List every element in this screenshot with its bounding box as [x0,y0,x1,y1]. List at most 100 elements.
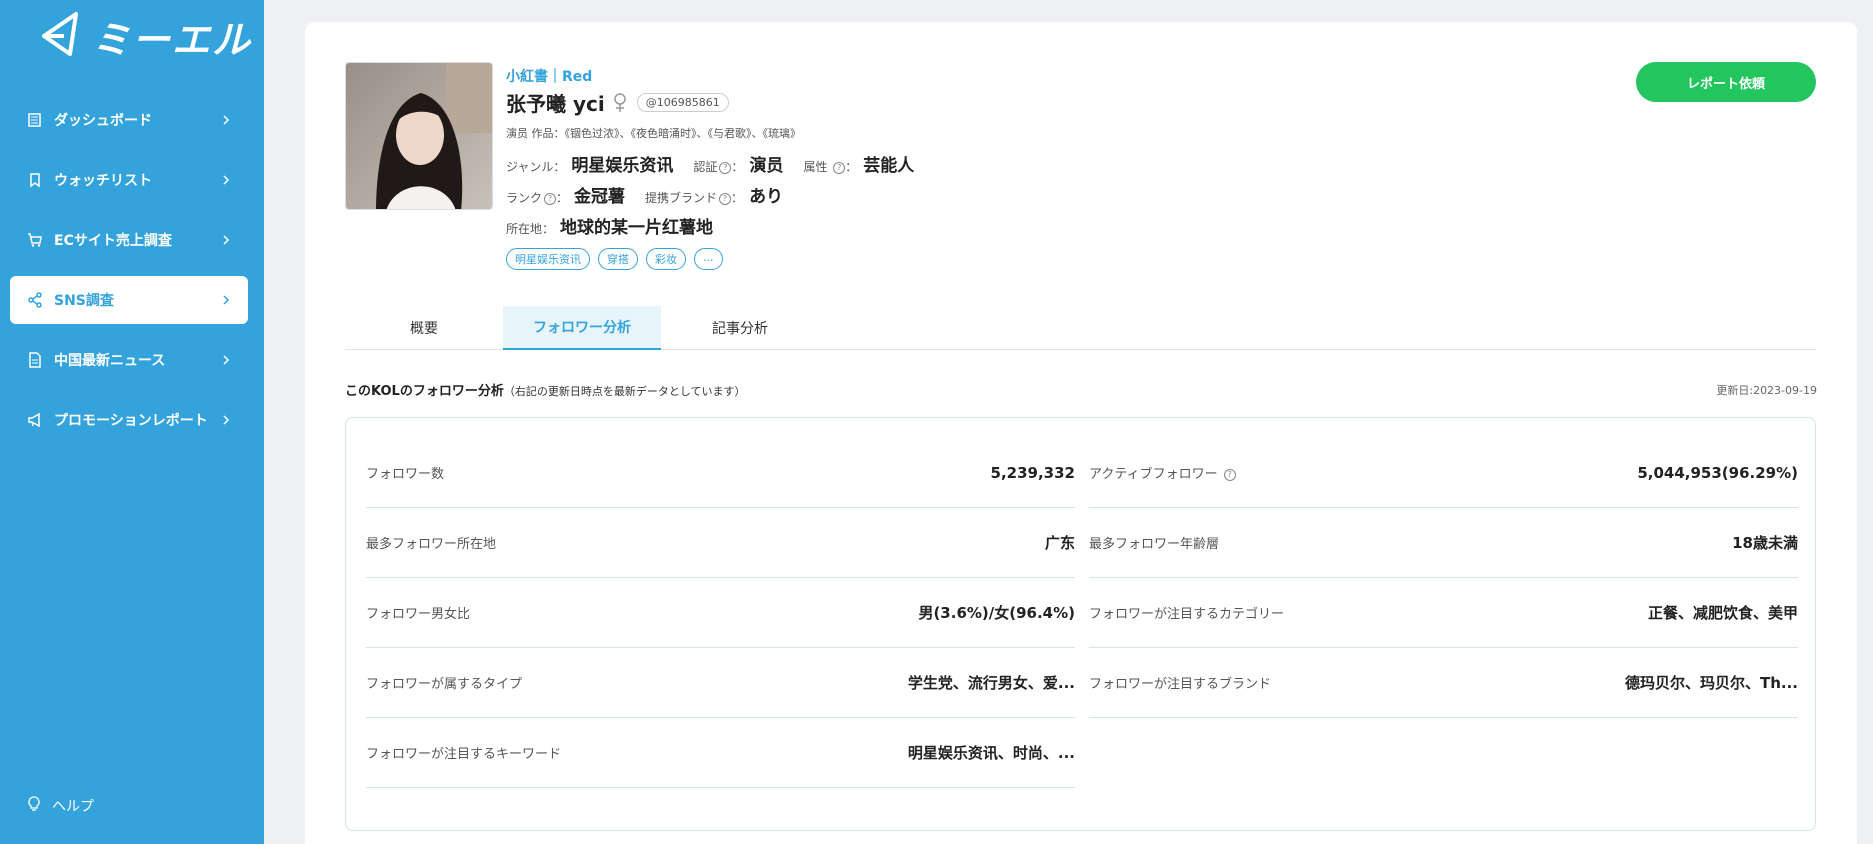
stat-row-follower-type: フォロワーが属するタイプ 学生党、流行男女、爱... [366,648,1075,718]
stat-row-keywords: フォロワーが注目するキーワード 明星娱乐资讯、时尚、... [366,718,1075,788]
stat-label: アクティブフォロワー ? [1089,463,1236,482]
stat-value: 明星娱乐资讯、时尚、... [907,744,1075,762]
sidebar-item-label: ECサイト売上調査 [54,233,172,249]
help-circle-icon[interactable]: ? [719,161,732,174]
brand-logo[interactable]: ミーエル [40,8,252,64]
tab-follower-analysis[interactable]: フォロワー分析 [503,306,661,350]
rank-label: ランク?： [506,191,569,205]
help-circle-icon[interactable]: ? [833,161,846,174]
stat-label: フォロワーが属するタイプ [366,677,523,692]
bookmark-icon [26,171,44,189]
stat-row-active-followers: アクティブフォロワー ? 5,044,953(96.29%) [1089,438,1798,508]
tag-list: 明星娱乐资讯 穿搭 彩妆 ... [506,248,934,270]
female-icon [613,92,629,114]
stat-row-brands: フォロワーが注目するブランド 德玛贝尔、玛贝尔、Th... [1089,648,1798,718]
sidebar-item-label: ダッシュボード [54,113,152,129]
tag-chip[interactable]: 彩妆 [646,248,686,270]
tag-chip[interactable]: 穿搭 [598,248,638,270]
stat-value: 学生党、流行男女、爱... [907,674,1075,692]
attribute-label: 属性 ?： [803,160,858,174]
brand-name: ミーエル [92,17,253,62]
help-label: ヘルプ [52,799,94,815]
kol-works: 演员 作品：《锢色过浓》、《夜色暗涌时》、《与君歌》、《琉璃》 [506,127,801,140]
sidebar-item-china-news[interactable]: 中国最新ニュース [10,336,248,384]
section-subtitle: （右記の更新日時点を最新データとしています） [503,385,746,398]
sidebar-item-dashboard[interactable]: ダッシュボード [10,96,248,144]
tag-more-button[interactable]: ... [694,248,723,270]
stat-value: 男(3.6%)/女(96.4%) [918,604,1075,622]
kol-profile: 小紅書｜Red 张予曦 yci @106985861 演员 作品：《锢色过浓》、… [506,62,934,270]
help-circle-icon[interactable]: ? [1223,468,1236,481]
sidebar-item-watchlist[interactable]: ウォッチリスト [10,156,248,204]
platform-label: 小紅書｜Red [506,69,593,85]
main-card: 小紅書｜Red 张予曦 yci @106985861 演员 作品：《锢色过浓》、… [305,22,1857,844]
stat-value: 德玛贝尔、玛贝尔、Th... [1624,674,1798,692]
chevron-right-icon [220,414,232,426]
share-icon [26,291,44,309]
sidebar: ミーエル ダッシュボード ウォッチリスト ECサイト売上調査 SNS調査 中国最… [0,0,264,844]
updated-date: 更新日:2023-09-19 [1716,384,1817,397]
lightbulb-icon [26,796,42,816]
stats-column-right: アクティブフォロワー ? 5,044,953(96.29%) 最多フォロワー年齢… [1089,438,1798,718]
kol-avatar [345,62,493,210]
stat-label: フォロワーが注目するブランド [1089,677,1272,692]
location-value: 地球的某一片红薯地 [560,218,714,238]
tab-article-analysis[interactable]: 記事分析 [661,306,819,350]
tag-chip[interactable]: 明星娱乐资讯 [506,248,590,270]
stat-row-top-age: 最多フォロワー年齢層 18歳未満 [1089,508,1798,578]
stat-value: 18歳未満 [1732,534,1798,552]
follower-stats-panel: フォロワー数 5,239,332 最多フォロワー所在地 广东 フォロワー男女比 … [345,417,1816,831]
tab-overview[interactable]: 概要 [345,306,503,350]
sidebar-item-ec-sales[interactable]: ECサイト売上調査 [10,216,248,264]
stat-row-gender-ratio: フォロワー男女比 男(3.6%)/女(96.4%) [366,578,1075,648]
partner-brand-label: 提携ブランド?： [645,191,744,205]
stat-value: 广东 [1044,534,1075,552]
rank-value: 金冠薯 [574,187,626,207]
location-label: 所在地： [506,222,555,236]
sidebar-item-label: SNS調査 [54,293,114,309]
sidebar-item-label: 中国最新ニュース [54,353,166,369]
stat-label: フォロワー数 [366,467,445,482]
certification-label: 認証?： [693,160,744,174]
sidebar-item-label: プロモーションレポート [54,413,208,429]
section-title: このKOLのフォロワー分析（右記の更新日時点を最新データとしています） [345,384,746,399]
stat-label: 最多フォロワー所在地 [366,537,497,552]
logo-icon [40,10,84,62]
stat-label: フォロワー男女比 [366,607,471,622]
sidebar-item-promotion-report[interactable]: プロモーションレポート [10,396,248,444]
kol-name: 张予曦 yci [506,92,605,116]
stats-column-left: フォロワー数 5,239,332 最多フォロワー所在地 广东 フォロワー男女比 … [366,438,1075,788]
stat-label: フォロワーが注目するカテゴリー [1089,607,1285,622]
chevron-right-icon [220,354,232,366]
genre-label: ジャンル： [506,160,566,174]
help-circle-icon[interactable]: ? [719,192,732,205]
kol-handle: @106985861 [636,93,729,112]
megaphone-icon [26,411,44,429]
chevron-right-icon [220,114,232,126]
help-link[interactable]: ヘルプ [26,796,94,816]
report-request-button[interactable]: レポート依頼 [1636,62,1816,102]
sidebar-item-sns[interactable]: SNS調査 [10,276,248,324]
chevron-right-icon [220,174,232,186]
stat-row-top-location: 最多フォロワー所在地 广东 [366,508,1075,578]
stat-row-follower-count: フォロワー数 5,239,332 [366,438,1075,508]
document-icon [26,351,44,369]
stat-value: 5,044,953(96.29%) [1637,463,1798,482]
stat-value: 正餐、减肥饮食、美甲 [1647,604,1798,622]
stat-label: フォロワーが注目するキーワード [366,747,562,762]
stat-row-categories: フォロワーが注目するカテゴリー 正餐、减肥饮食、美甲 [1089,578,1798,648]
chevron-right-icon [220,294,232,306]
sidebar-item-label: ウォッチリスト [54,173,152,189]
chevron-right-icon [220,234,232,246]
stat-label: 最多フォロワー年齢層 [1089,537,1220,552]
partner-brand-value: あり [749,187,784,207]
help-circle-icon[interactable]: ? [544,192,557,205]
cart-icon [26,231,44,249]
certification-value: 演员 [749,156,784,176]
newspaper-icon [26,111,44,129]
genre-value: 明星娱乐资讯 [571,156,674,176]
attribute-value: 芸能人 [863,156,915,176]
stat-value: 5,239,332 [990,463,1075,482]
tab-bar: 概要 フォロワー分析 記事分析 [345,306,1816,350]
sidebar-nav: ダッシュボード ウォッチリスト ECサイト売上調査 SNS調査 中国最新ニュース… [10,96,248,456]
